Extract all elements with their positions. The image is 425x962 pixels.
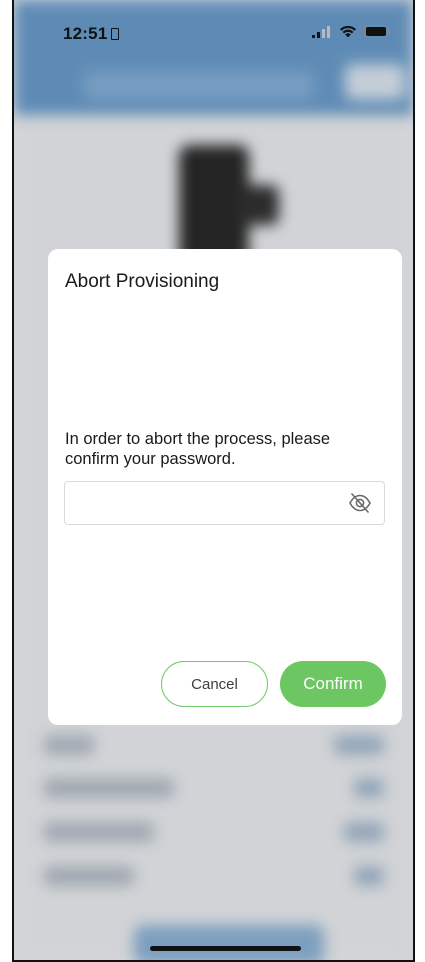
home-indicator[interactable] xyxy=(150,946,301,951)
cellular-signal-icon xyxy=(312,25,330,38)
battery-icon xyxy=(364,25,391,38)
dialog-message: In order to abort the process, please co… xyxy=(65,430,331,468)
confirm-button-label: Confirm xyxy=(303,674,363,693)
sim-card-icon xyxy=(111,28,120,40)
wifi-icon xyxy=(340,25,356,38)
status-time: 12:51 xyxy=(63,24,108,43)
status-time-wrap: 12:51 xyxy=(63,24,120,44)
cancel-button-label: Cancel xyxy=(191,675,238,693)
password-input[interactable] xyxy=(65,482,335,524)
abort-provisioning-dialog: Abort Provisioning In order to abort the… xyxy=(48,249,402,725)
status-bar: 12:51 xyxy=(14,0,413,60)
cancel-button[interactable]: Cancel xyxy=(161,661,268,707)
confirm-button[interactable]: Confirm xyxy=(280,661,386,707)
dialog-title: Abort Provisioning xyxy=(65,271,220,292)
eye-off-icon[interactable] xyxy=(348,492,372,514)
password-field xyxy=(64,481,385,525)
status-icons xyxy=(312,25,391,38)
